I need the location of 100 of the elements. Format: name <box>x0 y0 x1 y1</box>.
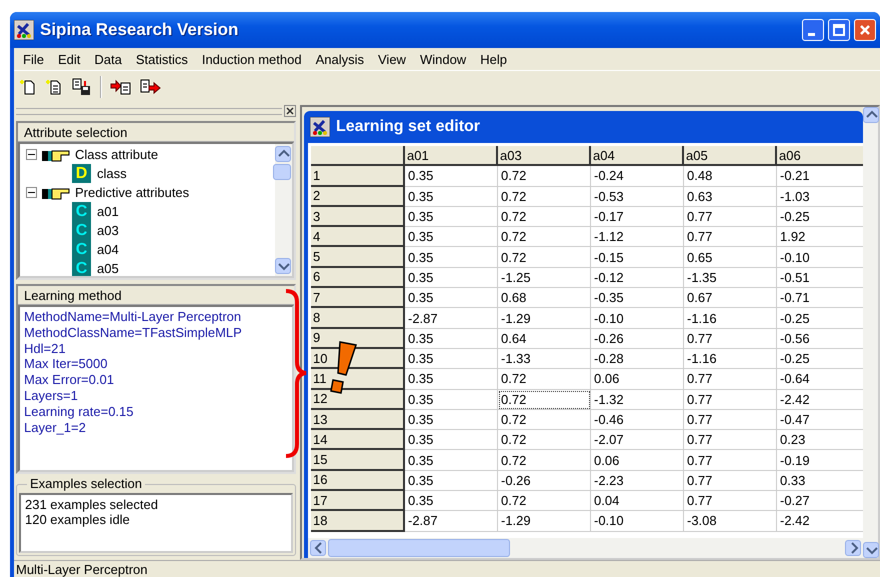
table-cell[interactable]: 0.77 <box>684 206 777 228</box>
table-cell[interactable]: 0.77 <box>684 227 777 248</box>
column-header[interactable]: a05 <box>684 146 777 166</box>
tree-item[interactable]: a05 <box>97 261 119 276</box>
table-cell[interactable]: 0.72 <box>498 166 591 187</box>
menu-item[interactable]: Analysis <box>308 52 371 66</box>
menu-item[interactable]: Data <box>87 52 129 66</box>
table-cell[interactable]: -0.24 <box>591 166 684 187</box>
table-cell[interactable]: 0.72 <box>498 450 591 471</box>
row-header[interactable]: 7 <box>311 288 405 308</box>
menu-item[interactable]: File <box>16 52 51 66</box>
table-cell[interactable]: -1.35 <box>684 268 777 288</box>
column-header[interactable]: a04 <box>591 146 684 166</box>
column-header[interactable]: a06 <box>777 146 863 166</box>
table-cell[interactable]: 0.35 <box>405 268 498 288</box>
horizontal-scrollbar[interactable] <box>308 538 863 558</box>
scroll-left-button[interactable] <box>310 540 326 556</box>
document-disk-icon[interactable] <box>72 78 92 96</box>
table-cell[interactable]: -3.08 <box>684 511 777 532</box>
row-header[interactable]: 17 <box>311 491 405 512</box>
row-header[interactable]: 9 <box>311 328 405 349</box>
scroll-right-button[interactable] <box>845 540 861 556</box>
table-cell[interactable]: 0.72 <box>498 247 591 268</box>
table-cell[interactable]: -0.46 <box>591 410 684 430</box>
tree-item[interactable]: Class attribute <box>75 147 158 162</box>
table-cell[interactable]: 0.72 <box>498 491 591 512</box>
row-header[interactable]: 14 <box>311 430 405 450</box>
scroll-down-button[interactable] <box>275 258 291 274</box>
table-cell[interactable]: -0.26 <box>591 328 684 349</box>
row-header[interactable]: 18 <box>311 511 405 532</box>
table-cell[interactable]: 0.35 <box>405 491 498 512</box>
table-cell[interactable]: 0.77 <box>684 328 777 349</box>
table-cell[interactable]: 0.35 <box>405 470 498 492</box>
table-cell[interactable]: 0.35 <box>405 410 498 430</box>
table-cell[interactable]: 0.72 <box>498 186 591 207</box>
arrow-out-document-icon[interactable] <box>140 78 162 96</box>
table-cell[interactable]: 0.72 <box>498 430 591 450</box>
menu-item[interactable]: Help <box>473 52 514 66</box>
maximize-button[interactable] <box>828 19 850 41</box>
row-header[interactable]: 8 <box>311 308 405 329</box>
minimize-button[interactable] <box>802 19 824 41</box>
tree-item[interactable]: a03 <box>97 223 119 238</box>
table-cell[interactable]: 0.35 <box>405 288 498 308</box>
table-cell[interactable]: 0.63 <box>684 186 777 207</box>
table-cell[interactable]: 0.35 <box>405 247 498 268</box>
table-cell[interactable]: 0.35 <box>405 186 498 207</box>
table-cell[interactable]: -1.29 <box>498 511 591 532</box>
table-cell[interactable]: 0.35 <box>405 390 498 410</box>
table-cell[interactable]: -0.53 <box>591 186 684 207</box>
table-cell[interactable]: 0.65 <box>684 247 777 268</box>
table-cell[interactable]: -0.10 <box>591 511 684 532</box>
table-cell[interactable]: -2.87 <box>405 308 498 329</box>
scroll-down-button[interactable] <box>863 542 879 558</box>
table-cell[interactable]: -0.28 <box>591 348 684 370</box>
scroll-up-button[interactable] <box>863 107 879 123</box>
table-cell[interactable]: 0.35 <box>405 227 498 248</box>
column-header[interactable]: a03 <box>498 146 591 166</box>
table-cell[interactable]: 0.72 <box>498 206 591 228</box>
row-header[interactable]: 2 <box>311 186 405 207</box>
table-cell[interactable]: -1.16 <box>684 348 777 370</box>
row-header[interactable]: 13 <box>311 410 405 430</box>
row-header[interactable]: 11 <box>311 369 405 390</box>
table-cell[interactable]: 0.35 <box>405 369 498 390</box>
table-cell[interactable]: -0.26 <box>498 470 591 492</box>
table-cell[interactable]: -1.12 <box>591 227 684 248</box>
menu-item[interactable]: Window <box>412 52 474 66</box>
close-panel-button[interactable] <box>284 105 296 117</box>
table-cell[interactable]: -0.12 <box>591 268 684 288</box>
scroll-thumb[interactable] <box>273 164 291 180</box>
row-header[interactable]: 4 <box>311 227 405 248</box>
collapse-icon[interactable] <box>26 149 37 160</box>
table-cell[interactable]: 0.06 <box>591 369 684 390</box>
table-cell[interactable]: -1.29 <box>498 308 591 329</box>
table-cell[interactable]: 0.06 <box>591 450 684 471</box>
table-cell[interactable]: 0.72 <box>498 227 591 248</box>
menu-item[interactable]: View <box>371 52 413 66</box>
table-cell[interactable]: -0.10 <box>591 308 684 329</box>
row-header[interactable]: 3 <box>311 206 405 228</box>
table-cell[interactable]: 0.04 <box>591 491 684 512</box>
vertical-scrollbar[interactable] <box>863 107 878 558</box>
table-cell[interactable]: 0.77 <box>684 390 777 410</box>
table-cell[interactable]: 0.77 <box>684 491 777 512</box>
table-cell[interactable]: 0.35 <box>405 430 498 450</box>
scroll-up-button[interactable] <box>275 146 291 162</box>
table-cell[interactable]: -0.15 <box>591 247 684 268</box>
table-cell[interactable]: 0.77 <box>684 470 777 492</box>
table-cell[interactable]: -1.25 <box>498 268 591 288</box>
table-cell[interactable]: -2.07 <box>591 430 684 450</box>
close-button[interactable] <box>854 19 876 41</box>
table-cell[interactable]: 0.35 <box>405 206 498 228</box>
table-cell[interactable]: -0.17 <box>591 206 684 228</box>
row-header[interactable]: 16 <box>311 470 405 492</box>
table-cell[interactable]: 0.77 <box>684 430 777 450</box>
table-cell[interactable]: -2.23 <box>591 470 684 492</box>
table-cell[interactable]: 0.72 <box>498 410 591 430</box>
row-header[interactable]: 12 <box>311 390 405 410</box>
table-cell[interactable]: 0.72 <box>498 369 591 390</box>
table-cell[interactable]: 0.77 <box>684 369 777 390</box>
tree-item[interactable]: a04 <box>97 242 119 257</box>
row-header[interactable]: 15 <box>311 450 405 471</box>
